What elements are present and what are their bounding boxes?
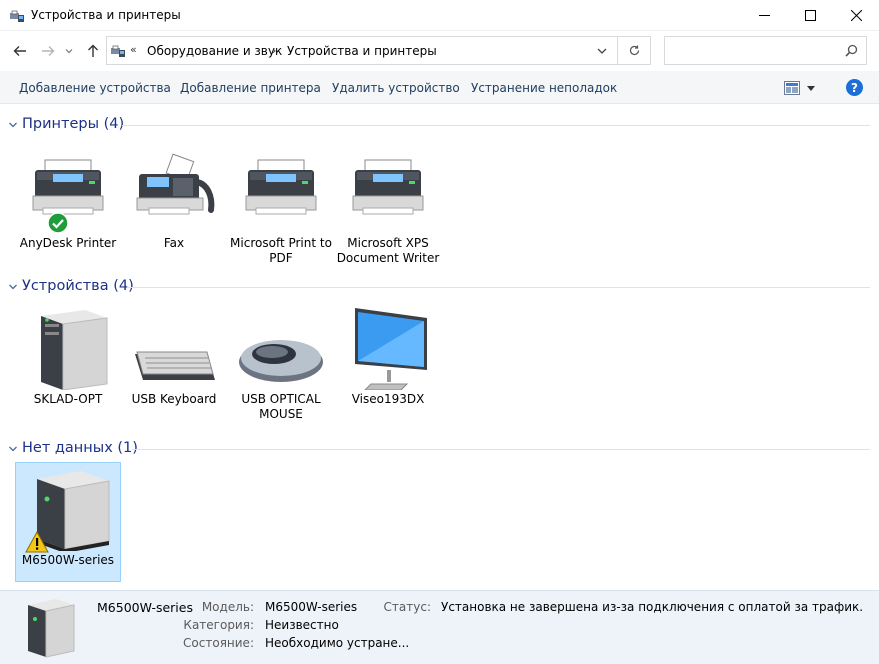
device-label: SKLAD-OPT — [33, 392, 103, 406]
device-label: AnyDesk Printer — [19, 236, 117, 250]
command-bar: Добавление устройства Добавление принтер… — [0, 71, 879, 104]
device-label: M6500W-series — [21, 553, 115, 567]
search-icon[interactable] — [845, 44, 858, 57]
details-state-value: Необходимо устране... — [265, 636, 410, 650]
devices-view: Принтеры (4) AnyDesk Printer Fax Microso… — [0, 104, 879, 590]
address-row: « Оборудование и звук › Устройства и при… — [0, 31, 879, 71]
device-label: Microsoft XPS Document Writer — [336, 236, 440, 265]
keyboard-icon — [129, 308, 219, 390]
device-item-sklad-opt[interactable]: SKLAD-OPT — [15, 308, 121, 407]
device-box-icon — [28, 599, 75, 658]
minimize-icon — [758, 15, 770, 16]
details-status-value: Установка не завершена из-за подключения… — [441, 600, 864, 614]
device-item-anydesk-printer[interactable]: AnyDesk Printer — [15, 152, 121, 251]
arrow-left-icon — [13, 46, 26, 56]
window-title: Устройства и принтеры — [31, 8, 181, 22]
chevron-down-icon — [9, 446, 17, 452]
details-device-name: M6500W-series — [97, 600, 193, 615]
breadcrumb-overflow[interactable]: « — [130, 43, 137, 56]
group-divider — [132, 449, 870, 450]
breadcrumb-separator-icon[interactable]: › — [272, 44, 276, 57]
device-item-usb-optical-mouse[interactable]: USB OPTICAL MOUSE — [228, 308, 334, 422]
devices-printers-app-icon — [10, 10, 24, 22]
add-printer-button[interactable]: Добавление принтера — [180, 81, 321, 95]
chevron-down-icon — [9, 284, 17, 290]
device-box-icon — [23, 469, 113, 553]
maximize-button[interactable] — [787, 0, 833, 31]
chevron-down-icon — [9, 122, 17, 128]
details-pane: M6500W-series Модель: M6500W-series Кате… — [0, 590, 879, 664]
printer-icon — [23, 152, 113, 234]
view-options-dropdown-icon[interactable] — [806, 83, 816, 93]
breadcrumb-hardware-sound[interactable]: Оборудование и звук — [147, 44, 282, 58]
address-dropdown-icon[interactable] — [595, 44, 609, 58]
details-category-key: Категория: — [183, 618, 254, 632]
device-label: USB OPTICAL MOUSE — [241, 392, 321, 421]
chevron-down-icon — [65, 49, 73, 54]
control-panel-icon — [111, 45, 125, 57]
group-header-nodata[interactable]: Нет данных (1) — [0, 438, 870, 460]
address-bar[interactable]: « Оборудование и звук › Устройства и при… — [106, 36, 651, 65]
device-label: Viseo193DX — [351, 392, 425, 406]
arrow-right-icon — [42, 46, 55, 56]
group-header-printers[interactable]: Принтеры (4) — [0, 114, 870, 136]
details-model-key: Модель: — [201, 600, 254, 614]
help-button[interactable]: ? — [846, 79, 863, 96]
details-category-value: Неизвестно — [265, 618, 339, 632]
remove-device-button[interactable]: Удалить устройство — [332, 81, 460, 95]
group-title-nodata: Нет данных (1) — [22, 440, 138, 456]
printer-icon — [236, 152, 326, 234]
forward-button[interactable] — [39, 42, 57, 60]
troubleshoot-button[interactable]: Устранение неполадок — [471, 81, 617, 95]
warning-icon — [25, 531, 49, 553]
monitor-icon — [343, 308, 433, 391]
maximize-icon — [804, 10, 816, 21]
minimize-button[interactable] — [741, 0, 787, 31]
arrow-up-icon — [88, 44, 98, 57]
group-divider — [122, 125, 870, 126]
details-status-key: Статус: — [383, 600, 431, 614]
device-label: Fax — [163, 236, 185, 250]
default-checkmark-icon — [47, 212, 69, 234]
details-state-key: Состояние: — [183, 636, 254, 650]
computer-tower-icon — [23, 308, 113, 391]
up-button[interactable] — [84, 42, 102, 60]
refresh-icon — [629, 45, 640, 56]
group-divider — [128, 287, 870, 288]
refresh-button[interactable] — [617, 37, 651, 64]
close-button[interactable] — [833, 0, 879, 31]
device-item-microsoft-print-to-pdf[interactable]: Microsoft Print to PDF — [228, 152, 334, 266]
group-title-printers: Принтеры (4) — [22, 116, 125, 132]
device-item-microsoft-xps-writer[interactable]: Microsoft XPS Document Writer — [335, 152, 441, 266]
details-model-value: M6500W-series — [265, 600, 358, 614]
device-label: Microsoft Print to PDF — [230, 236, 332, 265]
device-item-usb-keyboard[interactable]: USB Keyboard — [121, 308, 227, 407]
device-item-m6500w-series[interactable]: M6500W-series — [15, 462, 121, 582]
search-box[interactable] — [664, 36, 867, 65]
change-view-icon[interactable] — [784, 81, 800, 95]
breadcrumb-devices-printers[interactable]: Устройства и принтеры — [287, 44, 437, 58]
group-header-devices[interactable]: Устройства (4) — [0, 276, 870, 298]
recent-locations-button[interactable] — [63, 42, 75, 60]
fax-icon — [129, 152, 219, 234]
mouse-icon — [236, 308, 326, 390]
back-button[interactable] — [11, 42, 29, 60]
device-item-viseo193dx[interactable]: Viseo193DX — [335, 308, 441, 407]
device-label: USB Keyboard — [131, 392, 217, 406]
close-icon — [850, 10, 862, 21]
group-title-devices: Устройства (4) — [22, 278, 134, 294]
printer-icon — [343, 152, 433, 234]
search-input[interactable] — [669, 41, 839, 60]
add-device-button[interactable]: Добавление устройства — [19, 81, 171, 95]
title-bar: Устройства и принтеры — [0, 0, 879, 31]
device-item-fax[interactable]: Fax — [121, 152, 227, 251]
